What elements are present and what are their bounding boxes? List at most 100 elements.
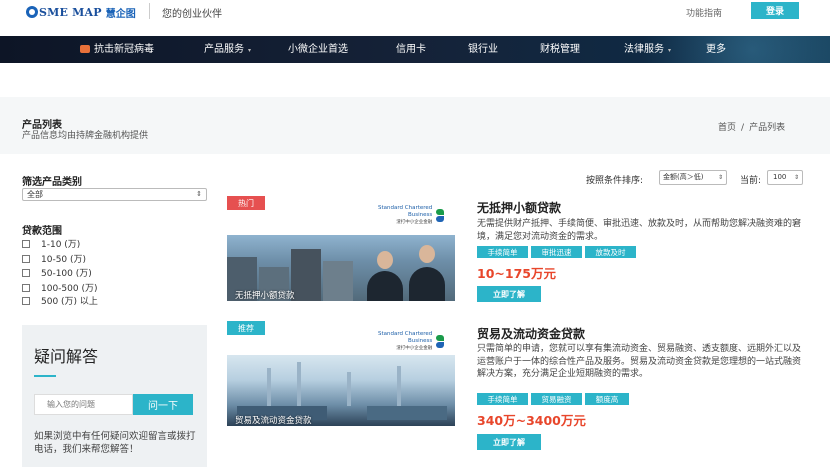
range-option[interactable]: 100-500 (万): [22, 281, 98, 294]
breadcrumb: 首页 / 产品列表: [718, 120, 785, 133]
range-label: 10-50 (万): [41, 255, 87, 265]
range-checkbox[interactable]: [22, 239, 30, 248]
top-bar: SME MAP 慧企图 您的创业伙伴 功能指南 登录: [0, 0, 830, 34]
image-caption: 贸易及流动资金贷款: [235, 416, 312, 426]
faq-panel: 疑问解答 问一下 如果浏览中有任何疑问欢迎留言或拨打电话，我们来帮您解答！: [22, 325, 207, 467]
nav-item-covid[interactable]: 抗击新冠病毒: [80, 36, 154, 63]
bank-name-en: Standard Chartered: [378, 331, 433, 337]
bank-name-cn: 渣打中小企业金融: [396, 220, 433, 225]
login-button[interactable]: 登录: [751, 2, 799, 19]
range-option[interactable]: 10-50 (万): [22, 252, 86, 265]
range-label: 1-10 (万): [41, 240, 81, 250]
product-price: 340万~3400万元: [477, 413, 586, 428]
crane-shape: [297, 362, 301, 406]
virus-icon: [80, 45, 90, 53]
product-image[interactable]: 无抵押小额贷款: [227, 235, 455, 301]
product-name[interactable]: 贸易及流动资金贷款: [477, 325, 585, 342]
faq-description: 如果浏览中有任何疑问欢迎留言或拨打电话，我们来帮您解答！: [34, 431, 196, 455]
image-caption: 无抵押小额贷款: [235, 291, 295, 301]
page-size-value: 100: [773, 173, 787, 181]
category-select[interactable]: 全部 ⇕: [22, 188, 207, 201]
category-filter-title: 筛选产品类别: [22, 177, 82, 188]
product-tag: 手续简单: [477, 246, 528, 258]
site-logo[interactable]: SME MAP 慧企图: [26, 5, 136, 20]
hot-badge: 热门: [227, 196, 265, 210]
crane-shape: [267, 368, 271, 406]
range-checkbox[interactable]: [22, 254, 30, 263]
page-size-select[interactable]: 100 ⇕: [767, 170, 803, 185]
select-arrows-icon: ⇕: [793, 174, 799, 181]
nav-item-credit-card[interactable]: 信用卡: [396, 36, 426, 63]
sort-select[interactable]: 金额(高＞低) ⇕: [659, 170, 727, 185]
sort-label: 按照条件排序:: [586, 176, 644, 186]
learn-more-button[interactable]: 立即了解: [477, 286, 541, 302]
chevron-down-icon: ▾: [668, 47, 672, 54]
recommend-badge: 推荐: [227, 321, 265, 335]
breadcrumb-home[interactable]: 首页: [718, 123, 736, 133]
logo-cn: 慧企图: [105, 8, 136, 20]
bank-name-cn: 渣打中小企业金融: [396, 346, 433, 351]
nav-label: 财税管理: [540, 44, 580, 55]
nav-label: 银行业: [468, 44, 498, 55]
range-option[interactable]: 500 (万) 以上: [22, 294, 98, 307]
standard-chartered-icon: [435, 208, 445, 223]
breadcrumb-current: 产品列表: [749, 123, 786, 133]
category-select-value: 全部: [27, 190, 43, 199]
product-tag: 手续简单: [477, 393, 528, 405]
range-checkbox[interactable]: [22, 283, 30, 292]
businessman-shape: [367, 271, 403, 301]
nav-label: 产品服务: [204, 44, 244, 55]
range-option[interactable]: 50-100 (万): [22, 266, 92, 279]
guide-link[interactable]: 功能指南: [686, 6, 722, 19]
nav-item-tax[interactable]: 财税管理: [540, 36, 580, 63]
nav-label: 更多: [706, 44, 726, 55]
bank-logo: Standard Chartered Business 渣打中小企业金融: [378, 205, 445, 226]
bank-logo-text: Standard Chartered Business 渣打中小企业金融: [378, 205, 432, 226]
product-name[interactable]: 无抵押小额贷款: [477, 199, 561, 216]
range-checkbox[interactable]: [22, 268, 30, 277]
product-description: 无需提供财产抵押、手续简便、审批迅速、放款及时，从而帮助您解决融资难的窘境，满足…: [477, 219, 802, 242]
product-price: 10~175万元: [477, 266, 556, 281]
nav-label: 小微企业首选: [288, 44, 348, 55]
product-description: 只需简单的申请，您就可以享有集流动资金、贸易融资、透支额度、远期外汇以及运营账户…: [477, 344, 802, 379]
logo-mark-icon: [26, 6, 38, 18]
bank-name-en: Standard Chartered: [378, 205, 433, 211]
range-option[interactable]: 1-10 (万): [22, 237, 80, 250]
nav-item-products[interactable]: 产品服务 ▾: [204, 36, 251, 63]
slogan: 您的创业伙伴: [162, 9, 222, 20]
select-arrows-icon: ⇕: [717, 174, 723, 181]
main-nav: 抗击新冠病毒 产品服务 ▾ 小微企业首选 信用卡 银行业 财税管理 法律服务 ▾ 更…: [0, 36, 830, 63]
faq-question-input[interactable]: [34, 394, 133, 415]
product-tag: 放款及时: [585, 246, 636, 258]
header-divider: [149, 3, 150, 19]
loan-range-title: 贷款范围: [22, 226, 62, 237]
nav-item-banking[interactable]: 银行业: [468, 36, 498, 63]
faq-underline: [34, 375, 56, 377]
product-tag: 贸易融资: [531, 393, 582, 405]
page-header-band: [0, 97, 830, 154]
page-subtitle: 产品信息均由持牌金融机构提供: [22, 131, 149, 141]
chevron-down-icon: ▾: [248, 47, 252, 54]
container-stack-shape: [291, 249, 321, 301]
bank-name-business: Business: [408, 338, 433, 344]
product-tag: 审批迅速: [531, 246, 582, 258]
page-size-label: 当前:: [740, 176, 762, 186]
product-image[interactable]: 贸易及流动资金贷款: [227, 355, 455, 426]
businessman-head-shape: [377, 251, 393, 269]
sort-select-value: 金额(高＞低): [663, 173, 704, 181]
bank-logo-text: Standard Chartered Business 渣打中小企业金融: [378, 331, 432, 352]
range-label: 500 (万) 以上: [41, 297, 98, 307]
learn-more-button[interactable]: 立即了解: [477, 434, 541, 450]
bank-name-business: Business: [408, 212, 433, 218]
nav-item-sme[interactable]: 小微企业首选: [288, 36, 348, 63]
nav-item-legal[interactable]: 法律服务 ▾: [624, 36, 671, 63]
crane-shape: [397, 366, 401, 406]
range-checkbox[interactable]: [22, 296, 30, 305]
nav-item-more[interactable]: 更多: [706, 36, 726, 63]
bank-logo: Standard Chartered Business 渣打中小企业金融: [378, 331, 445, 352]
range-label: 100-500 (万): [41, 284, 98, 294]
crane-shape: [347, 372, 351, 406]
businessman-head-shape: [419, 245, 435, 263]
faq-ask-button[interactable]: 问一下: [133, 394, 193, 415]
select-arrows-icon: ⇕: [196, 190, 202, 198]
